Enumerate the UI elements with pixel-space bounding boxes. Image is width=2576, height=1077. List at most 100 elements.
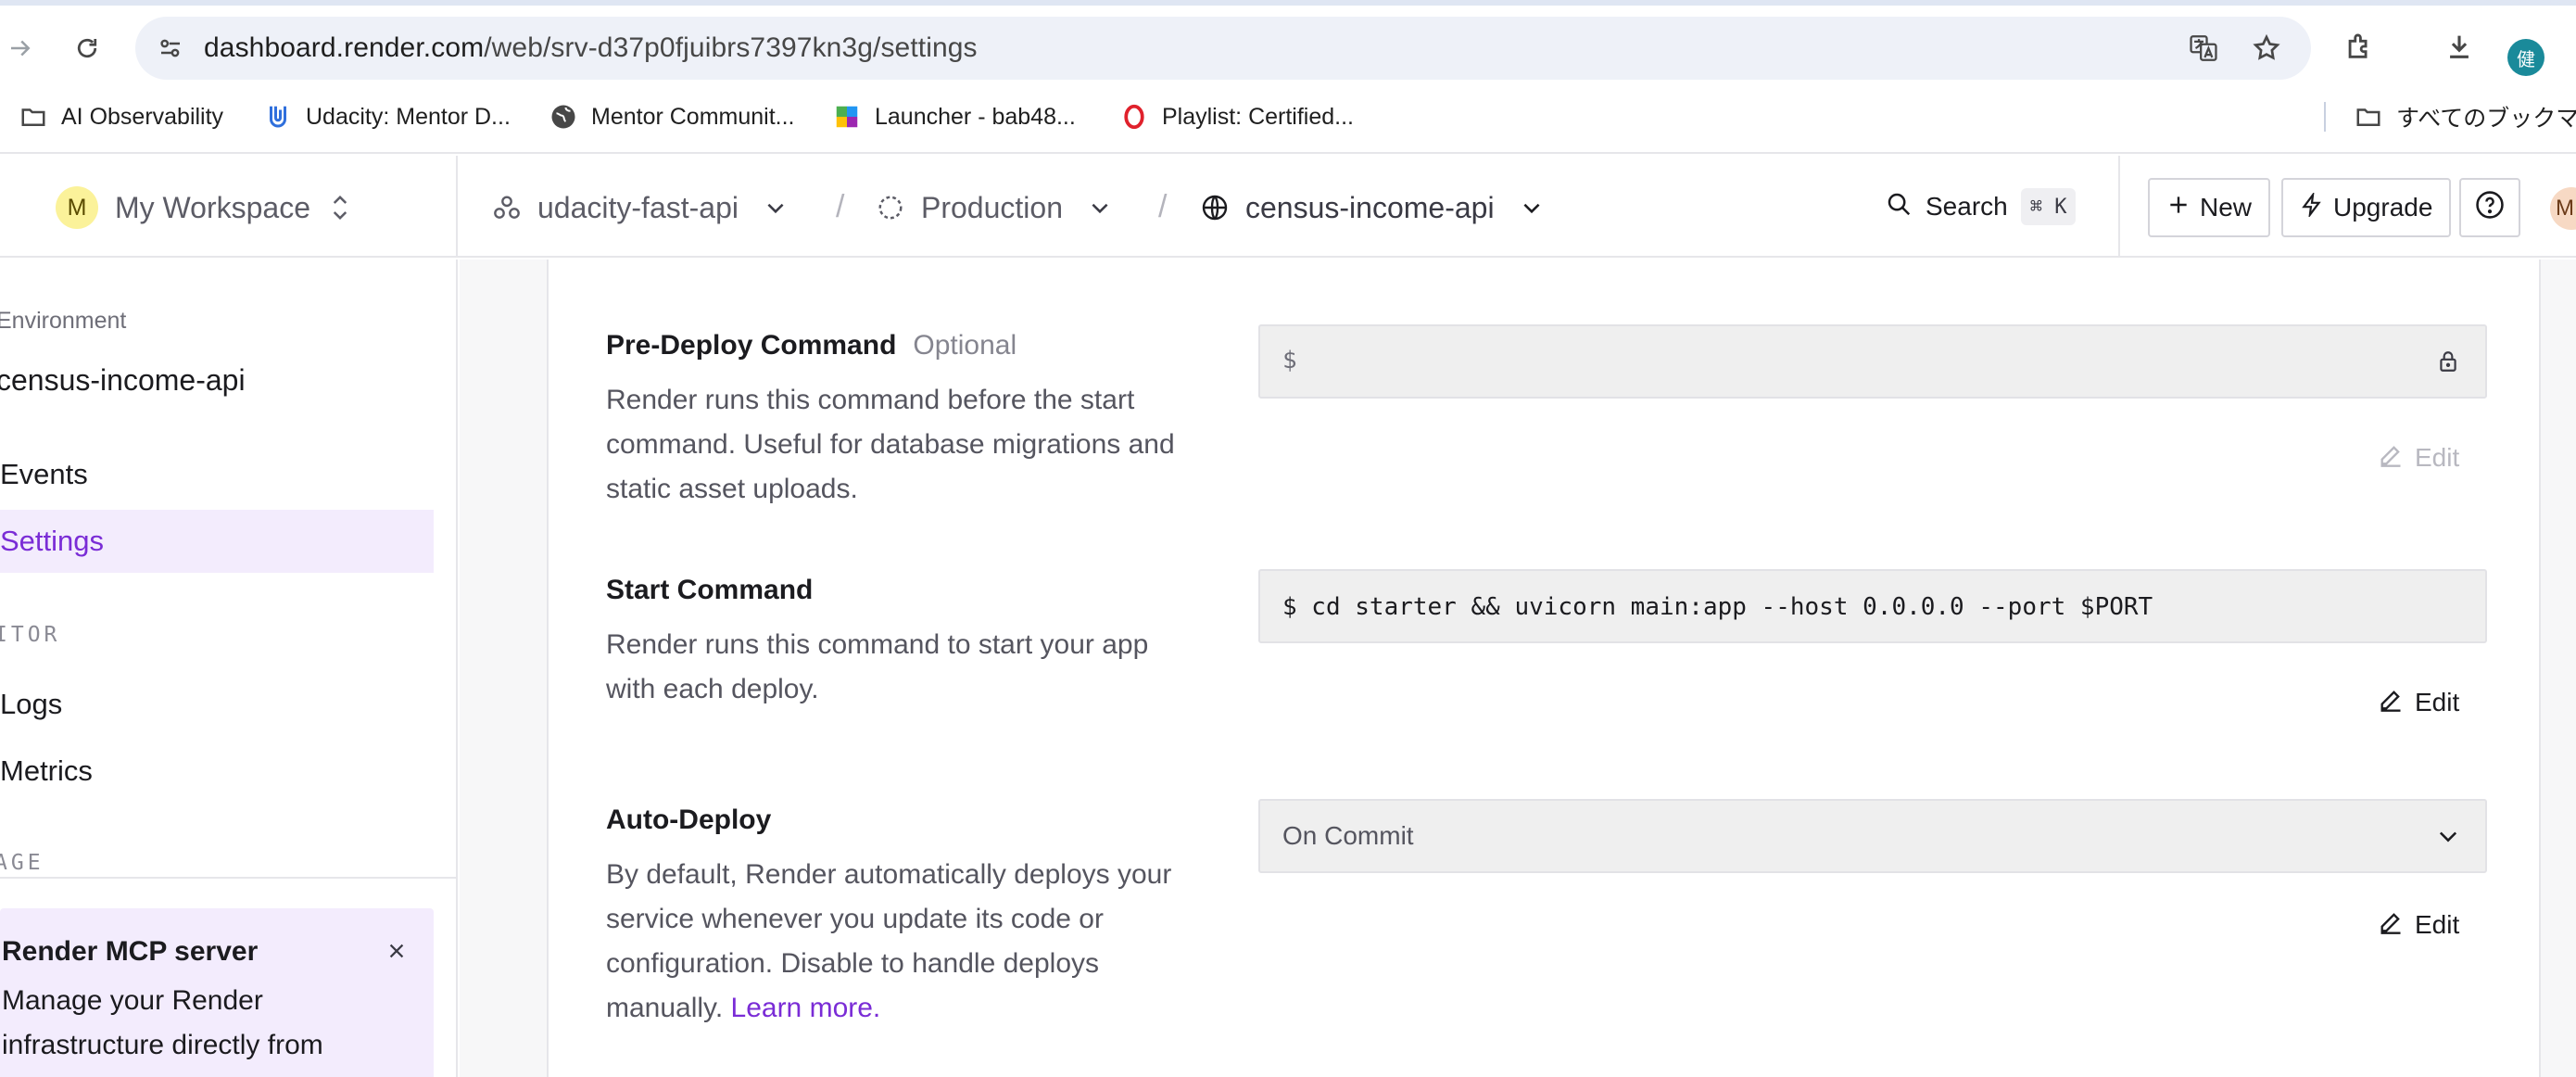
learn-more-link[interactable]: Learn more. (731, 993, 881, 1023)
breadcrumb-project[interactable]: udacity-fast-api (491, 187, 789, 228)
folder-icon (19, 102, 48, 132)
bookmark-udacity[interactable]: Udacity: Mentor D... (263, 98, 511, 135)
all-bookmarks[interactable]: すべてのブックマー (2354, 98, 2576, 135)
bookmark-playlist[interactable]: Playlist: Certified... (1119, 98, 1354, 135)
pre-deploy-title-text: Pre-Deploy Command (606, 330, 897, 361)
profile-avatar[interactable]: 健 (2507, 39, 2544, 76)
sidebar-item-settings[interactable]: Settings (0, 510, 434, 573)
auto-deploy-title-text: Auto-Deploy (606, 805, 772, 835)
auto-deploy-description: By default, Render automatically deploys… (606, 853, 1199, 1031)
breadcrumb-environment[interactable]: Production (875, 187, 1113, 228)
sidebar: Environment census-income-api Events Set… (0, 260, 458, 1077)
sidebar-item-events[interactable]: Events (0, 443, 434, 506)
breadcrumb-separator: / (1158, 189, 1168, 224)
translate-icon[interactable] (2183, 28, 2224, 69)
section-manage-label: AGE (0, 851, 44, 875)
breadcrumb-separator: / (836, 189, 845, 224)
start-command-title: Start Command (606, 575, 813, 606)
service-name: census-income-api (1245, 190, 1495, 224)
help-icon (2474, 189, 2506, 227)
auto-deploy-title: Auto-Deploy (606, 805, 771, 836)
start-command-edit-button[interactable]: Edit (2378, 684, 2459, 721)
browser-chrome: dashboard.render.com/web/srv-d37p0fjuibr… (0, 0, 2576, 154)
header-divider (2118, 156, 2120, 258)
bookmark-label: Playlist: Certified... (1162, 103, 1355, 130)
auto-deploy-select[interactable]: On Commit (1258, 799, 2487, 873)
search-shortcut: ⌘ K (2020, 188, 2077, 225)
auto-deploy-description-text: By default, Render automatically deploys… (606, 859, 1172, 1023)
start-command-description: Render runs this command to start your a… (606, 629, 1149, 704)
reload-icon[interactable] (63, 24, 111, 72)
search-label: Search (1926, 192, 2008, 221)
plus-icon (2166, 193, 2191, 223)
forward-icon[interactable] (0, 24, 44, 72)
environment-icon (875, 192, 906, 223)
bookmark-label: Launcher - bab48... (875, 103, 1076, 130)
download-icon[interactable] (2437, 24, 2481, 69)
sidebar-item-metrics[interactable]: Metrics (0, 740, 434, 803)
chevron-up-down-icon (326, 191, 354, 224)
pre-deploy-title: Pre-Deploy Command Optional (606, 330, 1017, 361)
sidebar-item-label: Metrics (0, 754, 93, 787)
bookmark-launcher[interactable]: Launcher - bab48... (832, 98, 1076, 135)
start-command-value: $ cd starter && uvicorn main:app --host … (1282, 593, 2153, 621)
tab-strip (0, 0, 2576, 6)
sidebar-item-label: Settings (0, 525, 105, 557)
auto-deploy-value: On Commit (1282, 821, 1414, 850)
sidebar-divider (0, 877, 456, 879)
auto-deploy-edit-button[interactable]: Edit (2378, 906, 2459, 944)
upgrade-label: Upgrade (2333, 193, 2433, 222)
chevron-down-icon (763, 195, 789, 221)
bookmark-label: AI Observability (61, 103, 224, 130)
folder-icon (2354, 102, 2383, 132)
app-header: M My Workspace udacity-fast-api / Produc… (0, 156, 2576, 258)
pre-deploy-value: $ (1282, 347, 1297, 374)
close-icon[interactable] (382, 936, 411, 966)
settings-card: Pre-Deploy Command Optional Render runs … (547, 260, 2541, 1077)
new-button[interactable]: New (2148, 178, 2271, 237)
help-button[interactable] (2459, 178, 2520, 237)
mcp-promo-card: Render MCP server Manage your Render inf… (0, 908, 434, 1077)
sidebar-item-label: Logs (0, 688, 63, 720)
workspace-avatar: M (56, 186, 98, 229)
new-label: New (2200, 193, 2253, 222)
search-button[interactable]: Search ⌘ K (1885, 185, 2077, 228)
address-row: dashboard.render.com/web/srv-d37p0fjuibr… (0, 13, 2576, 83)
workspace-switcher[interactable]: M My Workspace (0, 156, 458, 258)
bookmark-ai-observability[interactable]: AI Observability (19, 98, 223, 135)
chevron-down-icon (1519, 195, 1545, 221)
bookmark-star-icon[interactable] (2246, 28, 2287, 69)
upgrade-button[interactable]: Upgrade (2281, 178, 2452, 237)
sidebar-item-logs[interactable]: Logs (0, 673, 434, 736)
chevron-down-icon (1087, 195, 1113, 221)
chevron-down-icon (2433, 821, 2463, 851)
main-content: Pre-Deploy Command Optional Render runs … (460, 260, 2576, 1077)
lock-icon (2433, 347, 2463, 376)
breadcrumb-service[interactable]: census-income-api (1199, 187, 1545, 228)
project-name: udacity-fast-api (537, 190, 739, 224)
edit-label: Edit (2415, 688, 2460, 716)
extensions-icon[interactable] (2337, 24, 2381, 69)
sidebar-service-name: census-income-api (0, 363, 246, 397)
user-avatar[interactable]: M (2550, 187, 2576, 230)
search-icon (1885, 190, 1913, 224)
bookmarks-bar: AI Observability Udacity: Mentor D... Me… (0, 93, 2576, 141)
lightning-icon (2300, 190, 2324, 223)
start-command-title-text: Start Command (606, 575, 814, 605)
launcher-icon (832, 102, 862, 132)
opera-icon (1119, 102, 1149, 132)
section-monitor-label: ITOR (0, 623, 61, 647)
start-command-input[interactable]: $ cd starter && uvicorn main:app --host … (1258, 569, 2487, 643)
pre-deploy-edit-button[interactable]: Edit (2378, 439, 2459, 476)
bookmark-mentor-community[interactable]: Mentor Communit... (549, 98, 795, 135)
edit-label: Edit (2415, 443, 2460, 472)
mcp-title: Render MCP server (2, 936, 259, 967)
environment-label: Environment (0, 308, 127, 334)
pre-deploy-description: Render runs this command before the star… (606, 385, 1175, 504)
address-bar[interactable]: dashboard.render.com/web/srv-d37p0fjuibr… (135, 17, 2311, 80)
site-settings-icon[interactable] (152, 30, 189, 67)
pre-deploy-input[interactable]: $ (1258, 324, 2487, 399)
workspace-name: My Workspace (115, 191, 311, 224)
bookmark-label: Mentor Communit... (591, 103, 795, 130)
all-bookmarks-label: すべてのブックマー (2396, 106, 2576, 132)
